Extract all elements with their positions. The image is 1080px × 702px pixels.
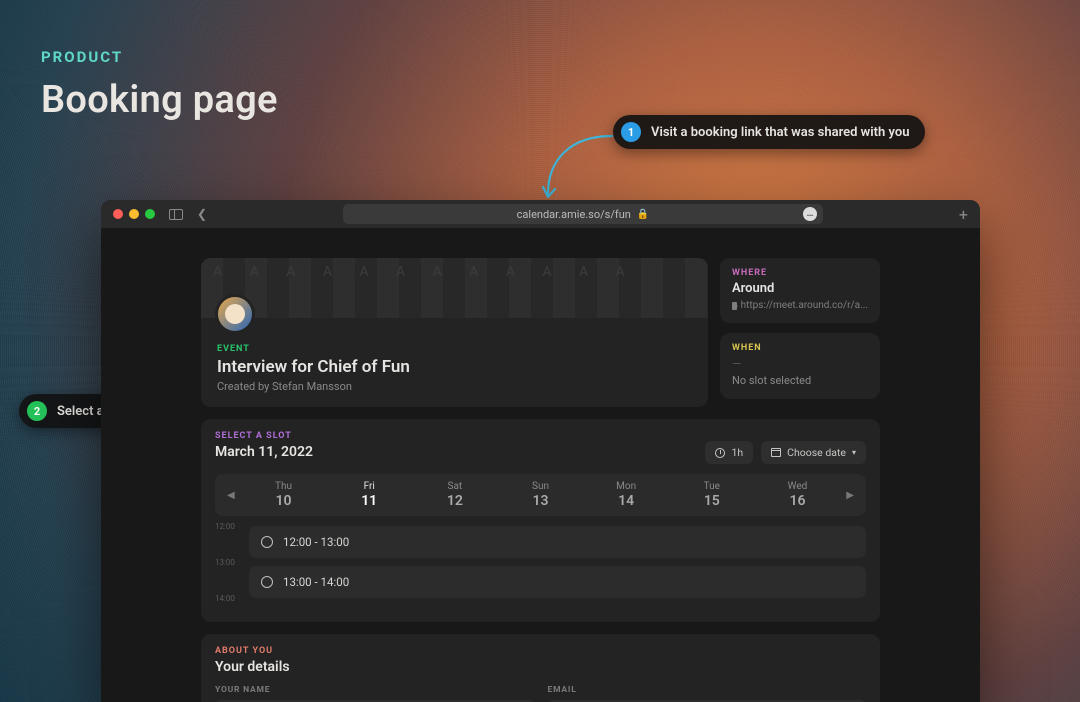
event-subtitle: Created by Stefan Mansson	[217, 380, 692, 393]
calendar-icon	[771, 448, 781, 457]
callout-1: 1 Visit a booking link that was shared w…	[613, 115, 925, 149]
clock-icon	[715, 448, 725, 458]
day-mon[interactable]: Mon14	[583, 478, 669, 512]
name-label: YOUR NAME	[215, 685, 534, 695]
eyebrow: PRODUCT	[41, 48, 123, 66]
time-marker-14: 14:00	[215, 594, 235, 603]
minimize-icon[interactable]	[129, 209, 139, 219]
close-icon[interactable]	[113, 209, 123, 219]
back-icon[interactable]: ❮	[197, 207, 207, 221]
callout-1-num: 1	[621, 122, 641, 142]
radio-icon	[261, 576, 273, 588]
day-fri[interactable]: Fri11	[326, 478, 412, 512]
callout-2-num: 2	[27, 401, 47, 421]
slot-option-1[interactable]: 12:00 - 13:00	[249, 526, 866, 558]
url-text: calendar.amie.so/s/fun	[517, 208, 631, 221]
about-card: ABOUT YOU Your details YOUR NAME e.g Die…	[201, 634, 880, 702]
callout-1-arrow	[540, 132, 630, 210]
day-wed[interactable]: Wed16	[755, 478, 841, 512]
day-sun[interactable]: Sun13	[498, 478, 584, 512]
email-label: EMAIL	[548, 685, 867, 695]
sidebar-toggle-icon[interactable]	[169, 209, 183, 220]
day-sat[interactable]: Sat12	[412, 478, 498, 512]
traffic-lights	[113, 209, 155, 219]
slot-label: SELECT A SLOT	[215, 431, 313, 441]
chevron-down-icon: ▾	[852, 448, 856, 457]
choose-date-chip[interactable]: Choose date ▾	[761, 441, 866, 464]
event-label: EVENT	[217, 344, 692, 354]
about-title: Your details	[215, 659, 866, 675]
event-card: EVENT Interview for Chief of Fun Created…	[201, 258, 708, 407]
when-value: No slot selected	[732, 374, 868, 387]
callout-1-text: Visit a booking link that was shared wit…	[651, 125, 909, 140]
where-label: WHERE	[732, 268, 868, 278]
when-label: WHEN	[732, 343, 868, 353]
when-card: WHEN — No slot selected	[720, 333, 880, 399]
video-icon	[732, 302, 737, 310]
day-tue[interactable]: Tue15	[669, 478, 755, 512]
radio-icon	[261, 536, 273, 548]
where-link[interactable]: https://meet.around.co/r/a...	[741, 300, 868, 311]
zoom-icon[interactable]	[145, 209, 155, 219]
titlebar: ❮ calendar.amie.so/s/fun 🔒 … +	[101, 200, 980, 228]
address-bar[interactable]: calendar.amie.so/s/fun 🔒 …	[343, 204, 823, 224]
about-label: ABOUT YOU	[215, 646, 866, 656]
reader-icon[interactable]: …	[803, 207, 817, 221]
when-dash: —	[732, 357, 868, 371]
next-days-icon[interactable]: ▶	[840, 490, 860, 501]
time-marker-12: 12:00	[215, 522, 235, 531]
time-marker-13: 13:00	[215, 558, 235, 567]
event-title: Interview for Chief of Fun	[217, 357, 692, 377]
duration-chip[interactable]: 1h	[705, 441, 753, 464]
new-tab-icon[interactable]: +	[959, 205, 968, 224]
day-picker: ◀ Thu10 Fri11 Sat12 Sun13 Mon14 Tue15 We…	[215, 474, 866, 516]
day-thu[interactable]: Thu10	[241, 478, 327, 512]
slot-card: SELECT A SLOT March 11, 2022 1h Choose d…	[201, 419, 880, 622]
page-headline: Booking page	[41, 78, 278, 122]
lock-icon: 🔒	[637, 209, 649, 220]
avatar	[215, 294, 255, 334]
browser-window: ❮ calendar.amie.so/s/fun 🔒 … + EVENT	[101, 200, 980, 702]
slot-option-2[interactable]: 13:00 - 14:00	[249, 566, 866, 598]
event-banner	[201, 258, 708, 318]
page-content: EVENT Interview for Chief of Fun Created…	[101, 228, 980, 702]
slot-date: March 11, 2022	[215, 444, 313, 460]
where-card: WHERE Around https://meet.around.co/r/a.…	[720, 258, 880, 323]
prev-days-icon[interactable]: ◀	[221, 490, 241, 501]
where-value: Around	[732, 281, 868, 296]
